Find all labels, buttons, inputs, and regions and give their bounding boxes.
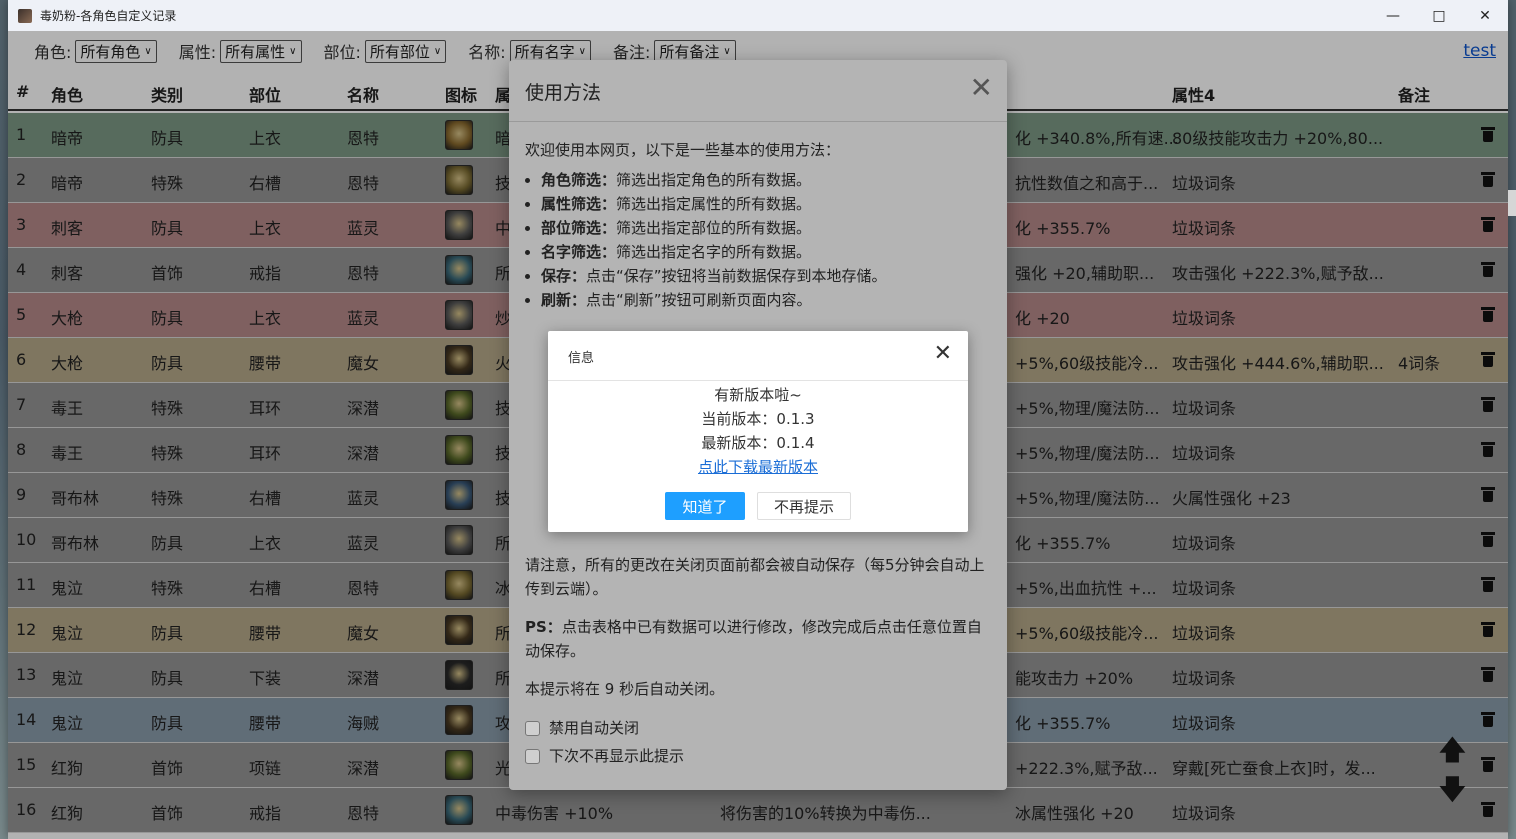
app-icon [18,8,32,23]
latest-version-text: 最新版本：0.1.4 [701,434,815,452]
usage-modal-footer: 请注意，所有的更改在关闭页面前都会被自动保存（每5分钟会自动上传到云端）。 PS… [525,553,991,771]
close-icon[interactable]: ✕ [934,342,952,366]
app-window: 毒奶粉-各角色自定义记录 — □ ✕ 角色: 所有角色 ∨ 属性: 所有属性 ∨ 部位: 所有… [8,0,1508,839]
usage-list-item: 刷新：点击“刷新”按钮可刷新页面内容。 [541,288,991,312]
ok-button[interactable]: 知道了 [665,492,745,520]
new-version-text: 有新版本啦~ [714,386,802,404]
disable-autoclose-checkbox[interactable] [525,720,540,736]
usage-item-key: 角色筛选： [541,171,617,189]
info-modal-title: 信息 [568,351,595,366]
maximize-icon[interactable]: □ [1416,0,1462,31]
usage-item-key: 名字筛选： [541,243,617,261]
dont-show-again-label: 下次不再显示此提示 [549,747,685,765]
info-modal-body: 有新版本啦~ 当前版本：0.1.3 最新版本：0.1.4 点此下载最新版本 [548,383,968,479]
usage-ps: PS：点击表格中已有数据可以进行修改，修改完成后点击任意位置自动保存。 [525,615,991,663]
usage-modal-body: 欢迎使用本网页，以下是一些基本的使用方法： 角色筛选：筛选出指定角色的所有数据。… [525,138,991,312]
usage-item-text: 筛选出指定名字的所有数据。 [616,243,812,261]
usage-item-key: 刷新： [541,291,587,309]
scroll-controls: 🡅 🡇 [1438,736,1467,806]
usage-note: 请注意，所有的更改在关闭页面前都会被自动保存（每5分钟会自动上传到云端）。 [525,556,985,598]
usage-item-text: 点击“保存”按钮将当前数据保存到本地存储。 [586,267,887,285]
info-modal: 信息 ✕ 有新版本啦~ 当前版本：0.1.3 最新版本：0.1.4 点此下载最新… [548,331,968,532]
usage-list-item: 属性筛选：筛选出指定属性的所有数据。 [541,192,991,216]
dont-show-again-checkbox-row[interactable]: 下次不再显示此提示 [525,743,991,769]
usage-list-item: 保存：点击“保存”按钮将当前数据保存到本地存储。 [541,264,991,288]
usage-list: 角色筛选：筛选出指定角色的所有数据。属性筛选：筛选出指定属性的所有数据。部位筛选… [525,168,991,312]
usage-item-key: 部位筛选： [541,219,617,237]
background-window-edge [1508,190,1516,216]
usage-list-item: 名字筛选：筛选出指定名字的所有数据。 [541,240,991,264]
scroll-down-icon[interactable]: 🡇 [1438,776,1467,804]
usage-modal-header: 使用方法 ✕ [509,60,1007,122]
usage-item-key: 保存： [541,267,587,285]
usage-ps-key: PS： [525,618,562,636]
disable-autoclose-label: 禁用自动关闭 [549,719,640,737]
usage-list-item: 角色筛选：筛选出指定角色的所有数据。 [541,168,991,192]
usage-countdown: 本提示将在 9 秒后自动关闭。 [525,680,725,698]
minimize-icon[interactable]: — [1370,0,1416,31]
window-controls: — □ ✕ [1370,0,1508,31]
close-icon[interactable]: ✕ [970,74,993,102]
usage-modal-title: 使用方法 [525,82,602,104]
usage-item-text: 筛选出指定角色的所有数据。 [616,171,812,189]
usage-ps-text: 点击表格中已有数据可以进行修改，修改完成后点击任意位置自动保存。 [525,618,982,660]
close-icon[interactable]: ✕ [1462,0,1508,31]
scroll-up-icon[interactable]: 🡅 [1438,736,1467,764]
download-link[interactable]: 点此下载最新版本 [698,458,818,476]
dont-remind-button[interactable]: 不再提示 [757,492,851,520]
page-content: 角色: 所有角色 ∨ 属性: 所有属性 ∨ 部位: 所有部位 ∨ 名称: 所有名字 ∨ 备注: 所有备注 ∨… [8,31,1508,839]
usage-item-text: 筛选出指定属性的所有数据。 [616,195,812,213]
info-modal-header: 信息 ✕ [548,331,968,381]
usage-item-key: 属性筛选： [541,195,617,213]
info-modal-buttons: 知道了 不再提示 [548,492,968,520]
disable-autoclose-checkbox-row[interactable]: 禁用自动关闭 [525,715,991,741]
usage-intro: 欢迎使用本网页，以下是一些基本的使用方法： [525,141,841,159]
dont-show-again-checkbox[interactable] [525,748,540,764]
window-title: 毒奶粉-各角色自定义记录 [40,9,177,23]
usage-list-item: 部位筛选：筛选出指定部位的所有数据。 [541,216,991,240]
title-bar: 毒奶粉-各角色自定义记录 — □ ✕ [8,0,1508,31]
current-version-text: 当前版本：0.1.3 [701,410,815,428]
usage-item-text: 点击“刷新”按钮可刷新页面内容。 [586,291,812,309]
usage-item-text: 筛选出指定部位的所有数据。 [616,219,812,237]
